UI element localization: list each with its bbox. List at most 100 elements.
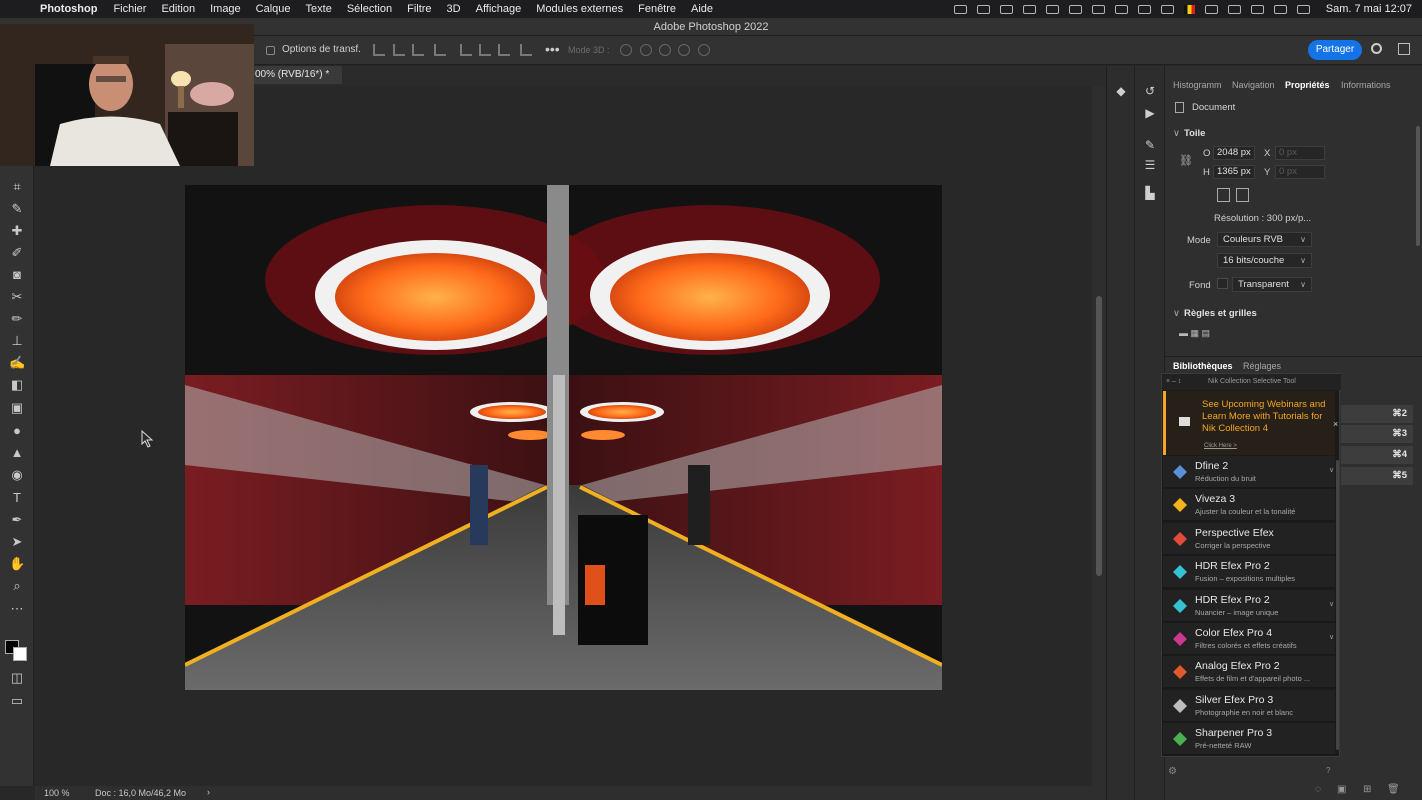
menu-fenetre[interactable]: Fenêtre xyxy=(638,3,676,15)
screen-mode-icon[interactable]: ▭ xyxy=(9,694,25,708)
menu-image[interactable]: Image xyxy=(210,3,241,15)
nik-plugin-item[interactable]: HDR Efex Pro 2 Fusion – expositions multi… xyxy=(1163,556,1335,589)
history-brush-icon[interactable]: ✍ xyxy=(9,356,25,370)
gradient-tool-icon[interactable]: ▣ xyxy=(9,401,25,415)
path-selection-icon[interactable]: ➤ xyxy=(9,535,25,549)
healing-tool-icon[interactable]: ✚ xyxy=(9,224,25,238)
nik-window-controls[interactable]: × – ↕ xyxy=(1166,374,1181,390)
width-field[interactable]: 2048 px xyxy=(1213,146,1255,160)
close-icon[interactable]: × xyxy=(1333,419,1338,429)
mask-icon[interactable]: ▣ xyxy=(1337,784,1346,795)
more-tools-icon[interactable]: ⋯ xyxy=(9,602,25,616)
3d-pan-icon[interactable] xyxy=(659,44,671,56)
tab-navigation[interactable]: Navigation xyxy=(1232,80,1275,90)
menu-3d[interactable]: 3D xyxy=(447,3,461,15)
status-icon[interactable] xyxy=(976,4,990,14)
3d-roll-icon[interactable] xyxy=(640,44,652,56)
adjustments-icon[interactable]: ☰ xyxy=(1142,158,1158,172)
status-icon[interactable] xyxy=(1068,4,1082,14)
landscape-icon[interactable] xyxy=(1236,188,1249,202)
background-color-swatch[interactable] xyxy=(13,647,27,661)
display-icon[interactable] xyxy=(1114,4,1128,14)
zoom-tool-icon[interactable]: ⌕ xyxy=(9,579,25,593)
fond-select[interactable]: Transparent ∨ xyxy=(1232,277,1312,292)
align-center-icon[interactable] xyxy=(393,44,405,56)
nik-plugin-item[interactable]: Dfine 2 Réduction du bruit ∨ xyxy=(1163,456,1335,488)
shortcut-cmd-4[interactable]: ⌘4 xyxy=(1341,446,1413,464)
nik-promo-banner[interactable]: See Upcoming Webinars and Learn More wit… xyxy=(1163,391,1338,455)
shortcut-cmd-3[interactable]: ⌘3 xyxy=(1341,425,1413,443)
portrait-icon[interactable] xyxy=(1217,188,1230,202)
document-tab[interactable]: 00% (RVB/16*) * xyxy=(252,66,342,84)
tab-informations[interactable]: Informations xyxy=(1341,80,1391,90)
menu-selection[interactable]: Sélection xyxy=(347,3,392,15)
3d-slide-icon[interactable] xyxy=(678,44,690,56)
align-right-icon[interactable] xyxy=(412,44,424,56)
history-icon[interactable]: ↺ xyxy=(1142,84,1158,98)
vertical-scrollbar[interactable] xyxy=(1092,86,1106,786)
nik-plugin-item[interactable]: HDR Efex Pro 2 Nuancier – image unique ∨ xyxy=(1163,589,1335,622)
layers-icon[interactable]: ◆ xyxy=(1113,84,1129,98)
pen-tool-icon[interactable]: ✒ xyxy=(9,513,25,527)
align-left-icon[interactable] xyxy=(373,44,385,56)
fond-swatch[interactable] xyxy=(1217,278,1228,289)
nik-plugin-item[interactable]: Color Efex Pro 4 Filtres colorés et effet… xyxy=(1163,623,1335,655)
eraser-tool-icon[interactable]: ◧ xyxy=(9,378,25,392)
tab-adjustments[interactable]: Réglages xyxy=(1243,361,1281,371)
menu-texte[interactable]: Texte xyxy=(306,3,332,15)
more-options-icon[interactable]: ••• xyxy=(545,41,560,57)
mode-select[interactable]: Couleurs RVB ∨ xyxy=(1217,232,1312,247)
share-button[interactable]: Partager xyxy=(1308,40,1362,60)
nik-promo-link[interactable]: Click Here > xyxy=(1204,443,1237,449)
tab-histogram[interactable]: Histogramm xyxy=(1173,80,1222,90)
creative-cloud-icon[interactable] xyxy=(999,4,1013,14)
menu-aide[interactable]: Aide xyxy=(691,3,713,15)
nik-plugin-item[interactable]: Viveza 3 Ajuster la couleur et la tonalit… xyxy=(1163,489,1335,522)
actions-play-icon[interactable]: ▶ xyxy=(1142,106,1158,120)
3d-orbit-icon[interactable] xyxy=(620,44,632,56)
dodge-tool-icon[interactable]: ◉ xyxy=(9,468,25,482)
x-field[interactable]: 0 px xyxy=(1275,146,1325,160)
chevron-down-icon[interactable]: ∨ xyxy=(1329,466,1334,474)
status-icon[interactable] xyxy=(1091,4,1105,14)
patch-tool-icon[interactable]: ◙ xyxy=(9,268,25,282)
help-icon[interactable]: ? xyxy=(1326,766,1330,775)
menu-app-name[interactable]: Photoshop xyxy=(40,3,97,15)
type-tool-icon[interactable]: T xyxy=(9,491,25,505)
height-field[interactable]: 1365 px xyxy=(1213,165,1255,179)
input-source-flag-icon[interactable] xyxy=(1183,4,1195,14)
settings-gear-icon[interactable]: ⚙ xyxy=(1168,766,1177,777)
selection-icon[interactable]: ◌ xyxy=(1315,784,1321,795)
menu-modules-externes[interactable]: Modules externes xyxy=(536,3,623,15)
airdrop-icon[interactable] xyxy=(1160,4,1174,14)
remove-tool-icon[interactable]: ✂ xyxy=(9,290,25,304)
nik-selective-icon[interactable]: ▙ xyxy=(1142,186,1158,200)
siri-icon[interactable] xyxy=(1296,4,1310,14)
distribute-icon[interactable] xyxy=(434,44,446,56)
brush-settings-icon[interactable]: ✎ xyxy=(1142,138,1158,152)
properties-scrollbar[interactable] xyxy=(1416,126,1420,246)
shortcut-cmd-2[interactable]: ⌘2 xyxy=(1341,405,1413,423)
nik-plugin-item[interactable]: Analog Efex Pro 2 Effets de film et d'app… xyxy=(1163,656,1335,689)
align-top-icon[interactable] xyxy=(460,44,472,56)
battery-icon[interactable] xyxy=(1227,4,1241,14)
nik-plugin-item[interactable]: Silver Efex Pro 3 Photographie en noir et… xyxy=(1163,689,1335,722)
ruler-grid-icons[interactable]: ▬ ▦ ▤ xyxy=(1179,328,1210,339)
crop-tool-icon[interactable]: ⌗ xyxy=(9,180,25,194)
shortcut-cmd-5[interactable]: ⌘5 xyxy=(1341,467,1413,485)
status-icon[interactable] xyxy=(953,4,967,14)
status-icon[interactable] xyxy=(1045,4,1059,14)
status-menu-arrow[interactable]: › xyxy=(207,787,210,797)
tab-properties[interactable]: Propriétés xyxy=(1285,80,1330,90)
paint-brush-icon[interactable]: ✏ xyxy=(9,312,25,326)
trash-icon[interactable]: 🗑 xyxy=(1387,784,1400,795)
volume-icon[interactable] xyxy=(1137,4,1151,14)
align-middle-icon[interactable] xyxy=(479,44,491,56)
menu-filtre[interactable]: Filtre xyxy=(407,3,431,15)
bit-depth-select[interactable]: 16 bits/couche ∨ xyxy=(1217,253,1312,268)
workspace-icon[interactable] xyxy=(1398,43,1410,55)
section-toile[interactable]: ∨ Toile xyxy=(1173,128,1205,139)
distribute-vertical-icon[interactable] xyxy=(520,44,532,56)
control-center-icon[interactable] xyxy=(1273,4,1287,14)
hand-tool-icon[interactable]: ✋ xyxy=(9,557,25,571)
